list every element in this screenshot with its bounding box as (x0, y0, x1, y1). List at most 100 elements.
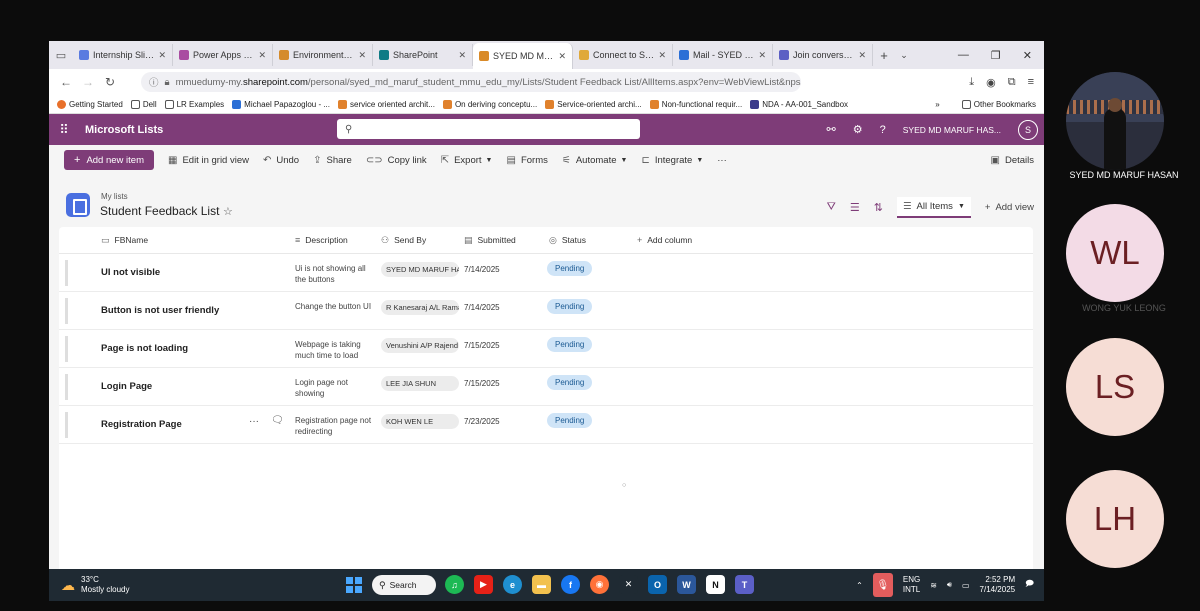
taskbar-search[interactable]: ⚲ Search (372, 575, 436, 595)
item-title[interactable]: Login Page (101, 381, 152, 392)
bookmark-item[interactable]: Michael Papazoglou - ... (232, 99, 330, 109)
export-button[interactable]: ⇱ Export ▼ (441, 155, 493, 166)
browser-tab[interactable]: Power Apps | Hom✕ (173, 44, 273, 66)
word-icon[interactable]: W (677, 575, 696, 594)
favorite-star-icon[interactable]: ☆ (223, 205, 233, 218)
other-bookmarks[interactable]: Other Bookmarks (961, 99, 1036, 109)
youtube-icon[interactable]: ▶ (474, 575, 493, 594)
browser-tab[interactable]: Join conversation ✕ (773, 44, 873, 66)
column-header-fbname[interactable]: ▭ FBName (101, 235, 148, 246)
bookmark-folder[interactable]: LR Examples (164, 99, 224, 109)
gear-icon[interactable]: ⚙ (853, 123, 863, 136)
battery-icon[interactable]: ▭ (962, 581, 970, 590)
bookmark-folder[interactable]: Dell (130, 99, 157, 109)
table-row[interactable]: UI not visible Ui is not showing all the… (59, 254, 1033, 292)
more-bookmarks-icon[interactable]: » (935, 100, 939, 109)
extensions-icon[interactable]: ⧉ (1008, 76, 1016, 89)
tab-list-chevron-icon[interactable]: ⌄ (895, 50, 913, 61)
filter-icon[interactable]: ⛛ (827, 201, 836, 214)
tab-close-icon[interactable]: ✕ (158, 50, 166, 61)
notification-icon[interactable]: 🗩︎ (1025, 578, 1034, 592)
add-view-button[interactable]: + Add view (985, 202, 1034, 213)
tab-close-icon[interactable]: ✕ (658, 50, 666, 61)
person-pill[interactable]: LEE JIA SHUN (381, 376, 459, 391)
comment-icon[interactable]: 🗨︎ (271, 415, 284, 426)
search-input[interactable]: ⚲ (337, 119, 640, 139)
row-selector[interactable] (65, 374, 68, 400)
item-title[interactable]: Button is not user friendly (101, 305, 219, 316)
forms-button[interactable]: ▤ Forms (506, 155, 547, 166)
bookmark-item[interactable]: Getting Started (57, 99, 123, 109)
table-row[interactable]: Page is not loading Webpage is taking mu… (59, 330, 1033, 368)
details-button[interactable]: ▣ Details (991, 155, 1035, 166)
table-row[interactable]: Login Page Login page not showing LEE JI… (59, 368, 1033, 406)
file-explorer-icon[interactable]: ▬ (532, 575, 551, 594)
item-title[interactable]: Page is not loading (101, 343, 188, 354)
bookmark-item[interactable]: Service-oriented archi... (545, 99, 642, 109)
weather-widget[interactable]: ☁ 33°CMostly cloudy 1 (61, 575, 129, 595)
downloads-icon[interactable]: ⤓ (969, 76, 974, 89)
participant-avatar-tile[interactable]: LS (1066, 338, 1164, 436)
tab-close-icon[interactable]: ✕ (858, 50, 866, 61)
new-tab-icon[interactable]: + (873, 48, 895, 63)
teams-icon[interactable]: T (735, 575, 754, 594)
back-icon[interactable]: ← (55, 75, 77, 89)
browser-tab[interactable]: Internship Slide - ✕ (73, 44, 173, 66)
start-icon[interactable] (346, 577, 362, 593)
tab-close-icon[interactable]: ✕ (758, 50, 766, 61)
more-commands-button[interactable]: ··· (717, 155, 727, 166)
bookmark-item[interactable]: Non-functional requir... (649, 99, 742, 109)
microphone-icon[interactable]: 🎙︎ (872, 573, 893, 597)
copy-link-button[interactable]: ⊂⊃ Copy link (366, 155, 427, 166)
x-icon[interactable]: ✕ (619, 575, 638, 594)
tab-close-icon[interactable]: ✕ (558, 51, 566, 62)
facebook-icon[interactable]: f (561, 575, 580, 594)
edge-icon[interactable]: e (503, 575, 522, 594)
automate-button[interactable]: ⚟ Automate ▼ (562, 155, 628, 166)
bookmark-item[interactable]: NDA - AA-001_Sandbox (750, 99, 848, 109)
tray-chevron-up-icon[interactable]: ⌃ (856, 581, 863, 590)
sort-icon[interactable]: ⇅ (874, 201, 883, 214)
browser-tab-active[interactable]: SYED MD MARUF ✕ (473, 43, 573, 69)
user-name[interactable]: SYED MD MARUF HAS... (903, 125, 1001, 135)
site-info-icon[interactable]: ⓘ (149, 75, 159, 89)
share-network-icon[interactable]: ⚯ (827, 123, 836, 136)
column-header-description[interactable]: ≡ Description (295, 235, 348, 245)
integrate-button[interactable]: ⊏ Integrate ▼ (641, 155, 703, 166)
row-more-icon[interactable]: ··· (249, 416, 259, 427)
spotify-icon[interactable]: ♫ (445, 575, 464, 594)
undo-button[interactable]: ↶ Undo (263, 155, 299, 166)
forward-icon[interactable]: → (77, 75, 99, 89)
item-title[interactable]: Registration Page (101, 419, 182, 430)
share-button[interactable]: ⇪ Share (313, 155, 352, 166)
volume-icon[interactable]: 🔊︎ (947, 580, 952, 590)
tab-overview-icon[interactable]: ▭ (49, 49, 73, 62)
participant-video-tile[interactable] (1066, 72, 1164, 170)
reload-icon[interactable]: ↻ (99, 75, 121, 89)
avatar[interactable]: S (1018, 119, 1038, 140)
bookmark-item[interactable]: On deriving conceptu... (442, 99, 537, 109)
app-name[interactable]: Microsoft Lists (85, 124, 163, 136)
close-window-icon[interactable]: ✕ (1023, 49, 1032, 62)
row-selector[interactable] (65, 298, 68, 324)
column-header-status[interactable]: ◎ Status (549, 235, 586, 246)
tab-close-icon[interactable]: ✕ (358, 50, 366, 61)
row-selector[interactable] (65, 260, 68, 286)
account-icon[interactable]: ◉ (986, 76, 996, 89)
row-selector[interactable] (65, 336, 68, 362)
browser-tab[interactable]: Environments | Po ✕ (273, 44, 373, 66)
item-title[interactable]: UI not visible (101, 267, 160, 278)
browser-tab[interactable]: Connect to ShareP✕ (573, 44, 673, 66)
tab-close-icon[interactable]: ✕ (458, 50, 466, 61)
participant-avatar-tile[interactable]: WL (1066, 204, 1164, 302)
browser-tab[interactable]: Mail - SYED MD M ✕ (673, 44, 773, 66)
tab-close-icon[interactable]: ✕ (258, 50, 266, 61)
column-header-send-by[interactable]: ⚇ Send By (381, 235, 426, 246)
person-pill[interactable]: Venushini A/P Rajend (381, 338, 459, 353)
bookmark-item[interactable]: service oriented archit... (338, 99, 435, 109)
column-header-submitted[interactable]: ▤ Submitted (464, 235, 516, 246)
minimize-icon[interactable]: — (958, 49, 969, 62)
outlook-icon[interactable]: O (648, 575, 667, 594)
table-row[interactable]: Button is not user friendly Change the b… (59, 292, 1033, 330)
notion-icon[interactable]: N (706, 575, 725, 594)
